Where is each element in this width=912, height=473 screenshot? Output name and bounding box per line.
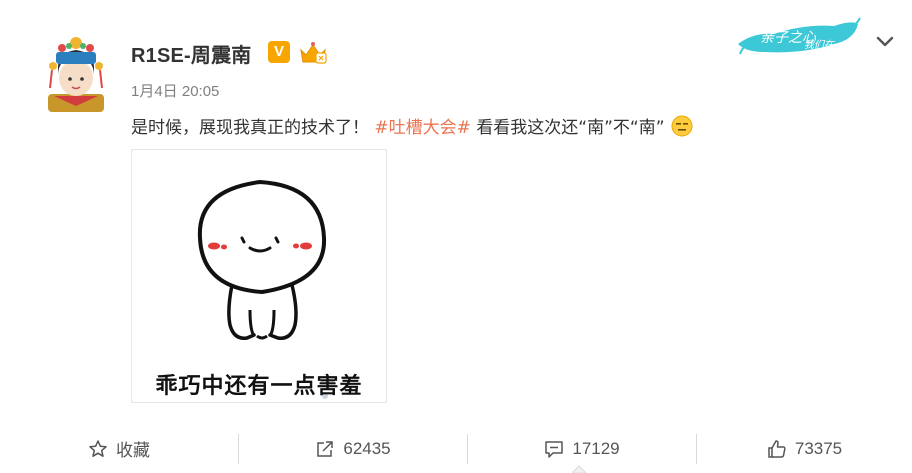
user-avatar[interactable] bbox=[44, 34, 108, 112]
favorite-label: 收藏 bbox=[116, 441, 150, 460]
comment-bubble-icon bbox=[545, 440, 564, 458]
star-outline-icon bbox=[89, 439, 107, 457]
hashtag-link[interactable]: #吐槽大会# bbox=[374, 118, 471, 138]
share-arrow-icon bbox=[317, 440, 334, 457]
post-text: 是时候，展现我真正的技术了！ #吐槽大会# 看看我这次还“南”不“南” bbox=[131, 113, 693, 138]
thumbs-up-icon bbox=[768, 439, 786, 458]
favorite-button[interactable]: 收藏 bbox=[0, 424, 238, 473]
image-caption: 乖巧中还有一点害羞 bbox=[155, 374, 363, 399]
active-tab-caret-icon bbox=[572, 465, 586, 473]
weibo-post-card: R1SE-周震南 V 1月4日 20:05 是时候，展现我真正的技术了！ #吐槽… bbox=[0, 0, 912, 473]
expressionless-face-emoji-icon bbox=[671, 115, 693, 137]
comment-count: 17129 bbox=[572, 438, 620, 458]
post-timestamp[interactable]: 1月4日 20:05 bbox=[131, 80, 219, 101]
post-text-tail: 看看我这次还“南”不“南” bbox=[476, 118, 665, 138]
brand-logo: 亲子之心 我们在 bbox=[738, 17, 861, 55]
verified-icon: V bbox=[268, 41, 290, 63]
username[interactable]: R1SE-周震南 bbox=[131, 39, 252, 68]
meme-illustration bbox=[197, 179, 328, 399]
chevron-down-icon[interactable] bbox=[874, 30, 896, 52]
post-image[interactable]: 乖巧中还有一点害羞 bbox=[131, 149, 387, 403]
crown-member-icon[interactable] bbox=[298, 40, 328, 66]
post-action-bar: 收藏 62435 17129 73375 bbox=[0, 424, 912, 473]
like-button[interactable]: 73375 bbox=[697, 424, 912, 473]
repost-count: 62435 bbox=[343, 438, 391, 458]
like-count: 73375 bbox=[794, 438, 843, 458]
svg-text:我们在: 我们在 bbox=[804, 39, 836, 51]
post-text-main: 是时候，展现我真正的技术了！ bbox=[131, 118, 369, 138]
repost-button[interactable]: 62435 bbox=[239, 424, 467, 473]
